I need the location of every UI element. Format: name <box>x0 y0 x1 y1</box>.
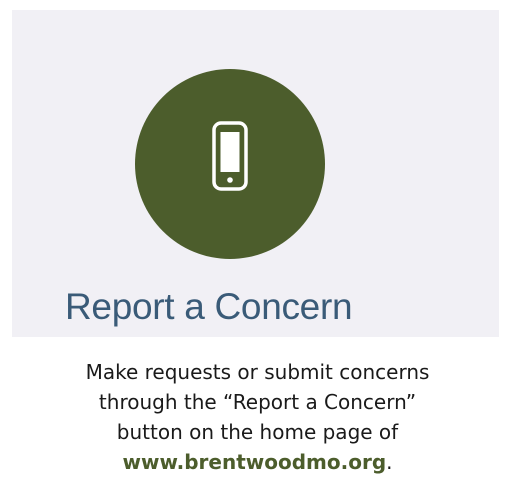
caption-text: Make requests or submit concerns through… <box>0 357 515 477</box>
report-a-concern-card[interactable]: Report a Concern <box>12 10 499 337</box>
caption-line-3: button on the home page of <box>116 420 399 444</box>
mobile-phone-icon <box>212 121 248 191</box>
caption-line-2: through the “Report a Concern” <box>98 390 417 414</box>
caption-period: . <box>386 450 393 474</box>
website-link[interactable]: www.brentwoodmo.org <box>122 450 386 474</box>
card-title[interactable]: Report a Concern <box>65 286 353 328</box>
caption-line-1: Make requests or submit concerns <box>85 360 430 384</box>
icon-circle <box>135 69 325 259</box>
